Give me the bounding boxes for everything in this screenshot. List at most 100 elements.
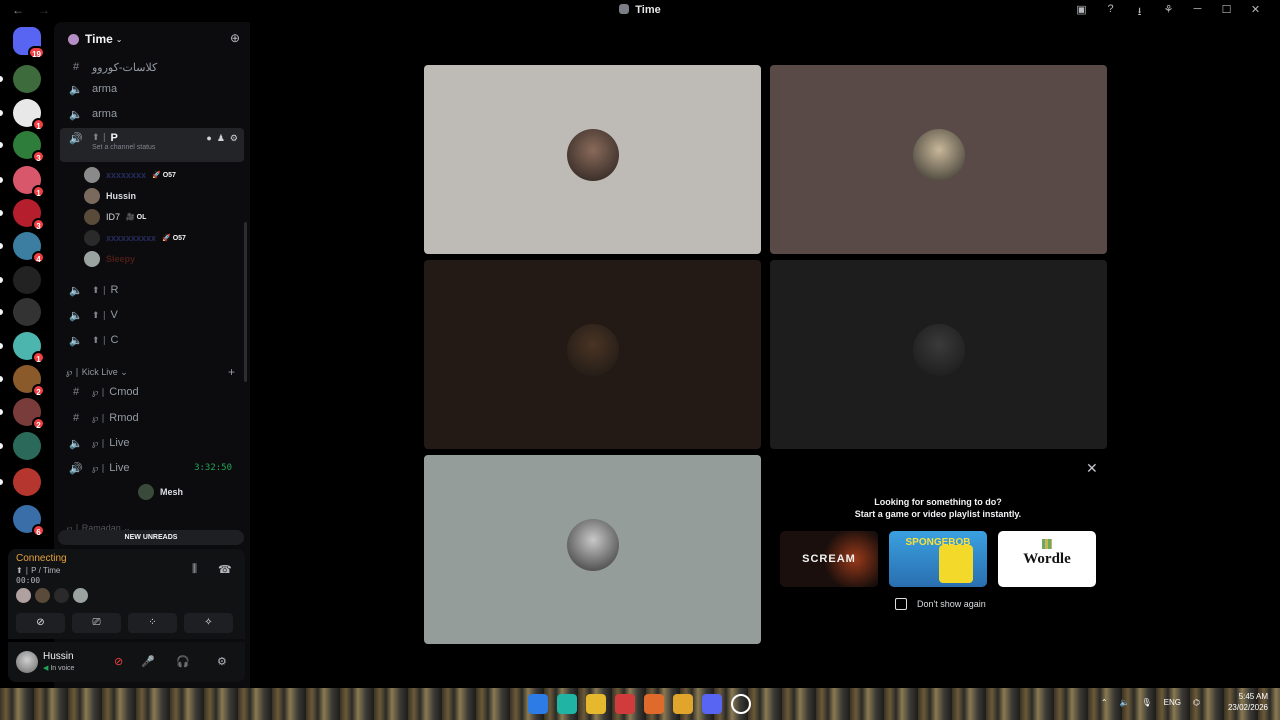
participant-tile-4[interactable]: [770, 260, 1107, 449]
channel-text-rmod[interactable]: # ℘ ∣ Rmod: [60, 407, 244, 429]
voice-user-row[interactable]: Sleepy: [84, 249, 135, 269]
plugin-icon[interactable]: ⚘: [1154, 3, 1183, 22]
person-add-icon[interactable]: ⊕: [230, 31, 240, 45]
scrollbar[interactable]: [244, 222, 247, 382]
channel-voice-v[interactable]: 🔈 ⬆ ∣ V: [60, 304, 244, 326]
add-channel-icon[interactable]: +: [228, 365, 235, 379]
gear-icon[interactable]: ⚙: [217, 655, 227, 668]
download-icon[interactable]: ⭳: [1125, 3, 1154, 22]
channel-voice-c[interactable]: 🔈 ⬆ ∣ C: [60, 329, 244, 351]
participant-tile-3[interactable]: [424, 260, 761, 449]
mic-icon[interactable]: 🎤: [141, 655, 155, 668]
voice-user-row[interactable]: xxxxxxxxxx 🚀 O57: [84, 228, 186, 248]
username[interactable]: Hussin: [43, 651, 74, 662]
participant-avatar[interactable]: [73, 588, 88, 603]
guild-header[interactable]: Time ⌄ ⊕: [54, 22, 250, 56]
game-card-spongebob[interactable]: SPONGEBOB: [889, 531, 987, 587]
mic-icon[interactable]: 🎙: [1142, 698, 1152, 707]
network-icon[interactable]: ⌬: [1193, 698, 1200, 707]
server-5-icon[interactable]: 3: [13, 199, 45, 231]
taskbar-app-icon[interactable]: [586, 694, 606, 714]
taskbar-app-icon[interactable]: [731, 694, 751, 714]
taskbar-app-icon[interactable]: [528, 694, 548, 714]
taskbar-app-icon[interactable]: [615, 694, 635, 714]
server-12-icon[interactable]: [13, 432, 41, 460]
participant-avatar[interactable]: [35, 588, 50, 603]
speaker-icon: 🔊: [69, 462, 83, 475]
server-2-icon[interactable]: 1: [13, 99, 45, 131]
taskbar-app-icon[interactable]: [673, 694, 693, 714]
server-14-icon[interactable]: 6: [13, 505, 45, 537]
unread-badge: 4: [32, 251, 45, 264]
noise-suppression-icon[interactable]: ⫼: [192, 563, 197, 576]
server-logo-icon[interactable]: [13, 266, 41, 294]
taskbar-app-icon[interactable]: [702, 694, 722, 714]
dont-show-again[interactable]: Don't show again: [895, 598, 986, 610]
channel-status-hint[interactable]: Set a channel status: [92, 144, 155, 151]
participant-avatar[interactable]: [54, 588, 69, 603]
server-4-icon[interactable]: 1: [13, 166, 45, 198]
channel-voice-arma-1[interactable]: 🔈 arma: [60, 78, 244, 100]
inbox-icon[interactable]: ▣: [1067, 3, 1096, 22]
maximize-button[interactable]: ☐: [1212, 3, 1241, 22]
channel-voice-live-2[interactable]: 🔊 ℘ ∣ Live 3:32:50: [60, 457, 244, 479]
disconnect-icon[interactable]: ☎: [218, 563, 232, 576]
camera-muted-icon[interactable]: ⊘: [114, 655, 123, 668]
channel-text-cmod[interactable]: # ℘ ∣ Cmod: [60, 381, 244, 403]
close-icon[interactable]: ✕: [1086, 460, 1098, 477]
server-mcs-icon[interactable]: [13, 65, 41, 93]
voice-user-row[interactable]: xxxxxxxx 🚀 O57: [84, 165, 176, 185]
category-kick-live[interactable]: ℘ ∣ Kick Live ⌄ +: [66, 363, 235, 381]
server-6-icon[interactable]: 4: [13, 232, 45, 264]
channel-voice-arma-2[interactable]: 🔈 arma: [60, 103, 244, 125]
language-indicator[interactable]: ENG: [1164, 698, 1181, 707]
windows-taskbar: ⌃ 🔈 🎙 ENG ⌬ 5:45 AM 23/02/2026: [0, 688, 1280, 720]
participant-tile-2[interactable]: [770, 65, 1107, 254]
participant-tile-1[interactable]: [424, 65, 761, 254]
connection-channel[interactable]: ⬆ ∣ P / Time: [16, 566, 60, 575]
checkbox[interactable]: [895, 598, 907, 610]
taskbar-apps: [528, 694, 751, 714]
new-unreads-pill[interactable]: NEW UNREADS: [58, 530, 244, 545]
voice-user-row[interactable]: Hussin: [84, 186, 136, 206]
direct-messages-icon[interactable]: 19: [13, 27, 45, 59]
guild-name: Time: [85, 32, 113, 46]
chat-icon[interactable]: ●: [206, 133, 211, 144]
server-13-icon[interactable]: [13, 468, 41, 496]
clock[interactable]: 5:45 AM 23/02/2026: [1228, 691, 1268, 713]
channel-voice-r[interactable]: 🔈 ⬆ ∣ R: [60, 279, 244, 301]
taskbar-app-icon[interactable]: [644, 694, 664, 714]
soundboard-button[interactable]: ✧: [184, 613, 233, 633]
game-card-wordle[interactable]: Wordle: [998, 531, 1096, 587]
hash-icon: #: [72, 61, 80, 73]
server-8-icon[interactable]: [13, 298, 41, 326]
participant-tile-5[interactable]: [424, 455, 761, 644]
channel-voice-p-active[interactable]: 🔊 ⬆ ∣ P Set a channel status ● ♟ ⚙: [60, 128, 244, 162]
server-9-icon[interactable]: 1: [13, 332, 45, 364]
participant-avatar[interactable]: [16, 588, 31, 603]
voice-user-mesh[interactable]: Mesh: [138, 482, 183, 502]
headphones-icon[interactable]: 🎧: [176, 655, 190, 668]
camera-off-button[interactable]: ⊘: [16, 613, 65, 633]
server-10-icon[interactable]: 2: [13, 365, 45, 397]
screen-share-button[interactable]: ⎚: [72, 613, 121, 633]
close-window-button[interactable]: ✕: [1241, 3, 1270, 22]
activities-button[interactable]: ⁘: [128, 613, 177, 633]
taskbar-app-icon[interactable]: [557, 694, 577, 714]
avatar[interactable]: [16, 651, 38, 673]
volume-icon[interactable]: 🔈: [1120, 698, 1130, 707]
channel-text-1[interactable]: # كلاسات-كوروو: [60, 56, 244, 78]
gear-icon[interactable]: ⚙: [230, 133, 238, 144]
help-icon[interactable]: ?: [1096, 3, 1125, 22]
server-11-icon[interactable]: 2: [13, 398, 45, 430]
channel-label: V: [110, 309, 118, 321]
minimize-button[interactable]: ─: [1183, 3, 1212, 22]
voice-user-name: ID7: [106, 212, 121, 222]
voice-user-row[interactable]: ID7 🎥 OL: [84, 207, 146, 227]
invite-icon[interactable]: ♟: [217, 133, 225, 144]
tray-expand-icon[interactable]: ⌃: [1101, 698, 1108, 707]
game-card-scream[interactable]: SCREAM: [780, 531, 878, 587]
server-3-icon[interactable]: 3: [13, 131, 45, 163]
channel-voice-live-1[interactable]: 🔈 ℘ ∣ Live: [60, 432, 244, 454]
game-title: SPONGEBOB: [905, 537, 971, 548]
